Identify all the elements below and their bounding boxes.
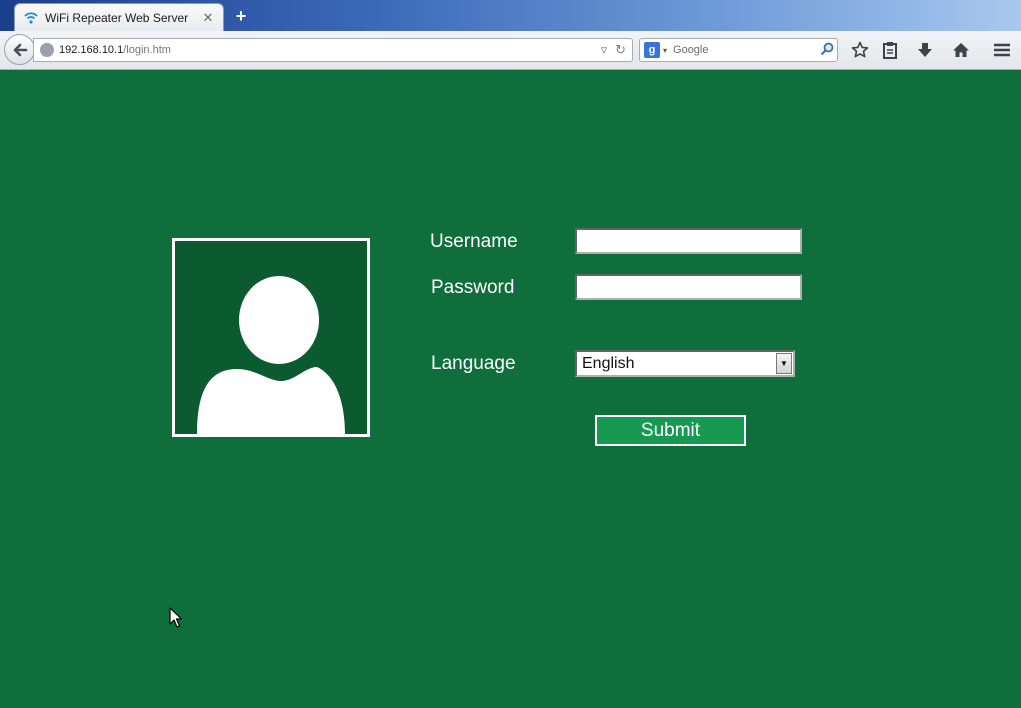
arrow-left-icon	[13, 43, 27, 56]
search-bar[interactable]: g ▾ Google	[639, 38, 838, 62]
tab-title: WiFi Repeater Web Server	[45, 10, 189, 25]
browser-titlebar: WiFi Repeater Web Server ✕ +	[0, 0, 1021, 31]
google-engine-icon[interactable]: g	[644, 42, 660, 58]
download-icon[interactable]	[914, 39, 936, 61]
mouse-cursor-icon	[169, 607, 183, 628]
search-icon[interactable]	[817, 42, 837, 59]
browser-tab[interactable]: WiFi Repeater Web Server ✕	[14, 3, 224, 31]
wifi-icon	[23, 10, 39, 26]
username-label: Username	[430, 231, 518, 252]
dropdown-arrow-icon[interactable]: ▼	[776, 353, 792, 374]
user-silhouette-icon	[197, 276, 345, 434]
password-input[interactable]	[575, 274, 802, 300]
star-icon[interactable]	[849, 39, 871, 61]
language-label: Language	[431, 353, 516, 374]
username-input[interactable]	[575, 228, 802, 254]
url-host: 192.168.10.1	[59, 44, 124, 56]
chevron-down-icon[interactable]: ▾	[663, 46, 667, 55]
new-tab-button[interactable]: +	[231, 6, 251, 26]
language-select[interactable]: English ▼	[575, 350, 795, 377]
submit-button[interactable]: Submit	[595, 415, 746, 446]
user-avatar	[172, 238, 370, 437]
search-input[interactable]: Google	[673, 44, 817, 56]
globe-icon	[40, 43, 54, 57]
password-label: Password	[431, 277, 515, 298]
browser-navbar: 192.168.10.1/login.htm ▿ ↻ g ▾ Google	[0, 31, 1021, 70]
reload-icon[interactable]: ↻	[615, 42, 626, 58]
home-icon[interactable]	[950, 39, 972, 61]
back-button[interactable]	[4, 34, 35, 65]
url-path: /login.htm	[123, 44, 171, 56]
address-bar[interactable]: 192.168.10.1/login.htm ▿ ↻	[33, 38, 633, 62]
menu-icon[interactable]	[991, 39, 1013, 61]
clipboard-icon[interactable]	[879, 39, 901, 61]
close-tab-icon[interactable]: ✕	[201, 10, 215, 26]
language-selected-value: English	[582, 354, 635, 372]
dropdown-arrow-icon[interactable]: ▿	[601, 42, 608, 58]
